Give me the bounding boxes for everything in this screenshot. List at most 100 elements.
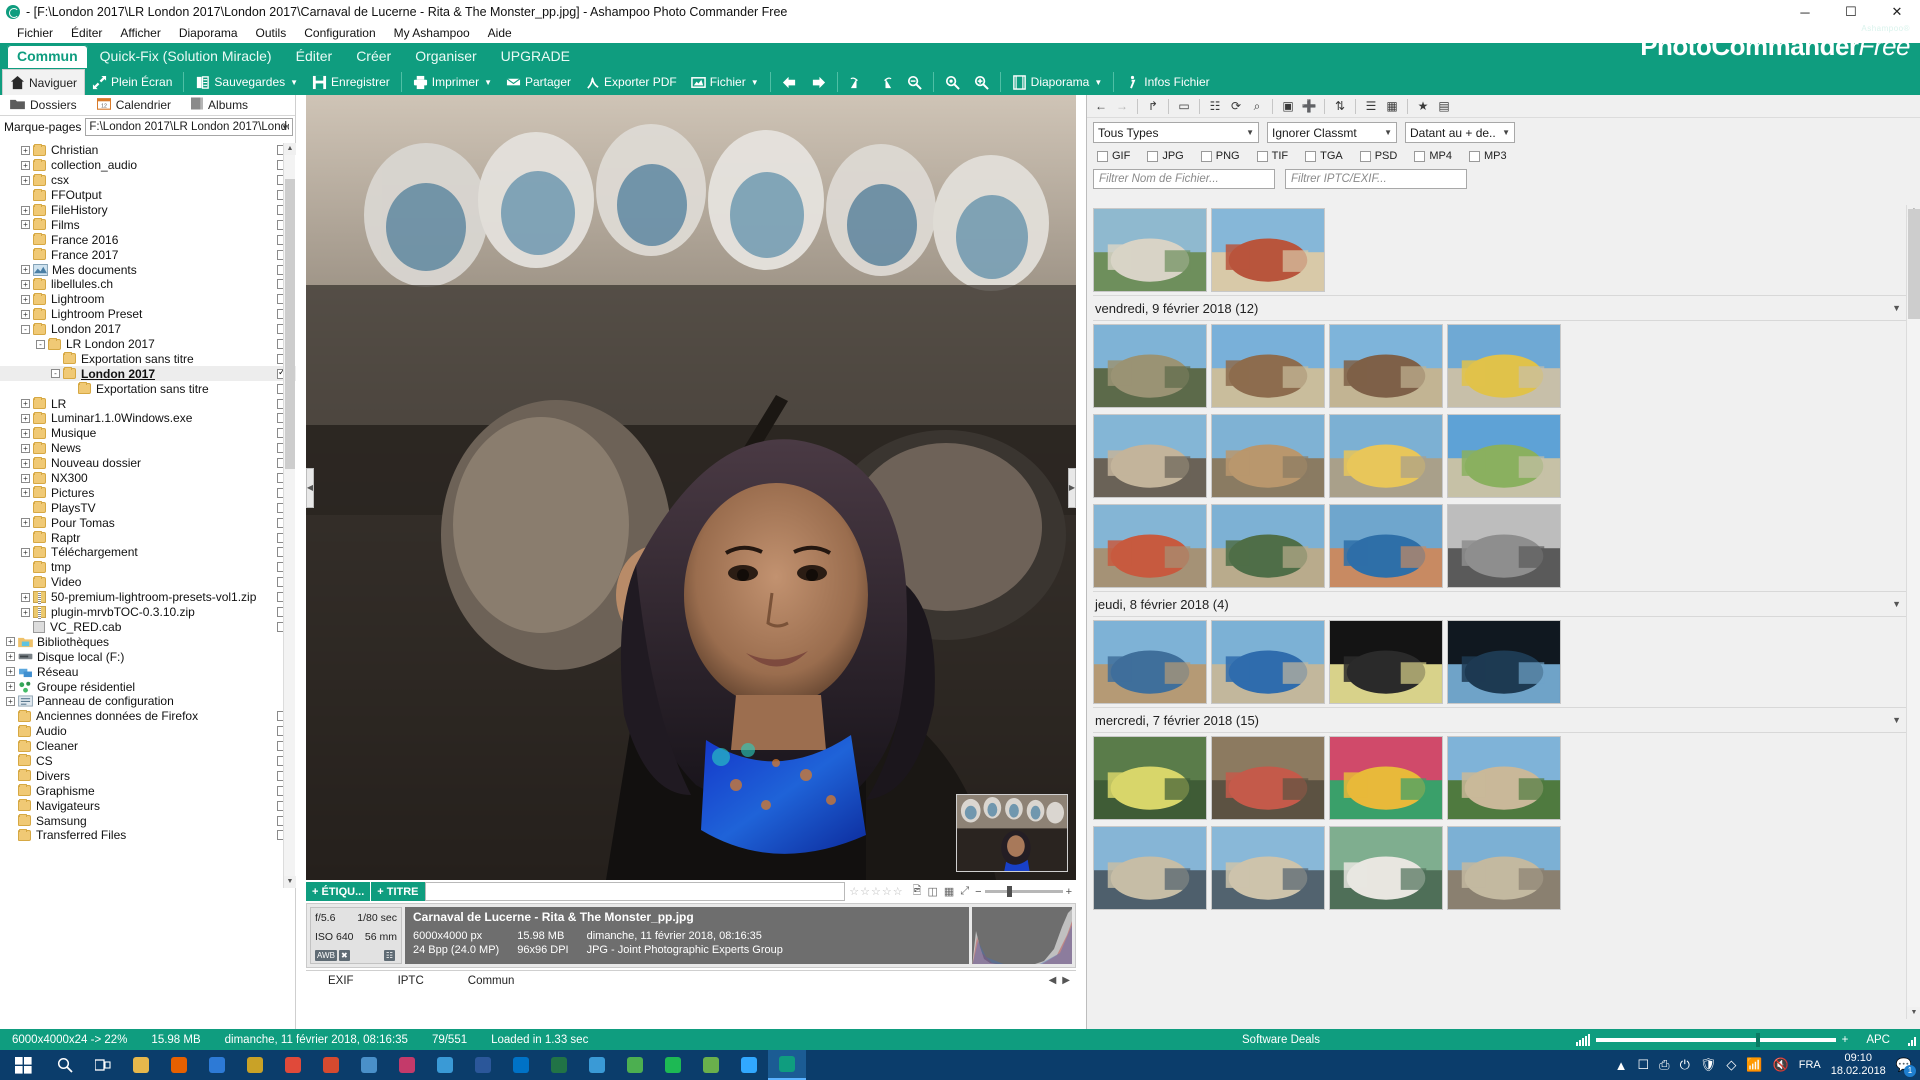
expand-icon[interactable]: + — [21, 473, 30, 483]
thumb-seagull[interactable] — [1329, 826, 1443, 910]
rating-star-1[interactable]: ☆ — [849, 885, 859, 898]
ribbon-tab-organiser[interactable]: Organiser — [403, 45, 488, 69]
tree-node[interactable]: Cleaner — [0, 739, 296, 754]
back-arrow-icon[interactable]: ← — [1092, 97, 1110, 115]
thumb-moai-two[interactable] — [1329, 324, 1443, 408]
toolbar-button-zoom-out[interactable] — [900, 70, 929, 94]
tree-node[interactable]: FFOutput — [0, 188, 296, 203]
wifi-icon[interactable]: 📶 — [1746, 1057, 1762, 1073]
toolbar-button-zoom-fit[interactable] — [938, 70, 967, 94]
status-plus-icon[interactable]: + — [1842, 1034, 1849, 1046]
thumb-plaza-palms[interactable] — [1447, 736, 1561, 820]
tree-node[interactable]: - London 2017 — [0, 322, 296, 337]
thumb-yellow-house[interactable] — [1329, 414, 1443, 498]
chevron-down-icon[interactable]: ▼ — [1892, 715, 1907, 725]
search-icon[interactable]: ⌕ — [1248, 97, 1266, 115]
maximize-button[interactable]: ☐ — [1828, 0, 1874, 24]
language-indicator[interactable]: FRA — [1799, 1059, 1821, 1071]
image-viewer[interactable]: ◀ ▶ — [306, 95, 1076, 880]
refresh-icon[interactable]: ⟳ — [1227, 97, 1245, 115]
toolbar-button-zoom-in[interactable] — [967, 70, 996, 94]
expand-icon[interactable]: + — [6, 637, 15, 647]
close-button[interactable]: ✕ — [1874, 0, 1920, 24]
taskbar-green-grid-icon[interactable] — [692, 1050, 730, 1080]
tree-node[interactable]: + Bibliothèques — [0, 634, 296, 649]
taskbar-folder-icon[interactable] — [122, 1050, 160, 1080]
navigator-thumbnail[interactable] — [956, 794, 1068, 872]
camera-import-icon[interactable]: ▣ — [1279, 97, 1297, 115]
zoom-plus-icon[interactable]: + — [1066, 886, 1072, 898]
left-tab-calendrier[interactable]: 12 Calendrier — [87, 95, 181, 116]
format-filter-tif[interactable]: TIF — [1256, 150, 1288, 162]
bluetooth-icon[interactable]: ⏻ — [1680, 1057, 1690, 1073]
expand-icon[interactable]: + — [6, 652, 15, 662]
caption-input[interactable] — [424, 882, 846, 901]
expand-icon[interactable]: + — [21, 205, 30, 215]
up-folder-icon[interactable]: ↱ — [1144, 97, 1162, 115]
taskbar-photoshop-icon[interactable] — [388, 1050, 426, 1080]
tree-node[interactable]: + Luminar1.1.0Windows.exe — [0, 411, 296, 426]
thumb-night-arch[interactable] — [1329, 620, 1443, 704]
tree-node[interactable]: tmp — [0, 560, 296, 575]
tree-node[interactable]: + Téléchargement — [0, 545, 296, 560]
tree-node[interactable]: + Lightroom Preset — [0, 307, 296, 322]
expand-icon[interactable]: + — [21, 265, 30, 275]
menu-item-configuration[interactable]: Configuration — [295, 24, 384, 43]
tree-node[interactable]: + Musique — [0, 426, 296, 441]
checkbox[interactable] — [1147, 150, 1159, 162]
tree-node[interactable]: +50-premium-lightroom-presets-vol1.zip — [0, 590, 296, 605]
folder-tree-scrollbar[interactable]: ▲ ▼ — [283, 143, 296, 888]
tree-node[interactable]: + Nouveau dossier — [0, 456, 296, 471]
tree-node[interactable]: Anciennes données de Firefox — [0, 709, 296, 724]
toolbar-button-diaporama[interactable]: Diaporama ▼ — [1005, 70, 1110, 94]
format-filter-mp4[interactable]: MP4 — [1414, 150, 1452, 162]
add-tag-button[interactable]: + ÉTIQU... — [306, 882, 371, 901]
taskbar-taskview-icon[interactable] — [84, 1050, 122, 1080]
tree-node[interactable]: + Christian — [0, 143, 296, 158]
tree-node[interactable]: Exportation sans titre — [0, 351, 296, 366]
tree-node[interactable]: + LR — [0, 396, 296, 411]
tree-node[interactable]: + Disque local (F:) — [0, 649, 296, 664]
checkbox[interactable] — [1359, 150, 1371, 162]
tree-node[interactable]: + collection_audio — [0, 158, 296, 173]
expand-icon[interactable]: + — [21, 547, 30, 557]
toolbar-button-fichier[interactable]: Fichier ▼ — [684, 70, 766, 94]
thumb-crowd-market[interactable] — [1211, 736, 1325, 820]
menu-item--diter[interactable]: Éditer — [62, 24, 111, 43]
tree-node[interactable]: VC_RED.cab — [0, 620, 296, 635]
tree-node[interactable]: Audio — [0, 724, 296, 739]
ribbon-tab-quick-fix-solution-miracle-[interactable]: Quick-Fix (Solution Miracle) — [88, 45, 284, 69]
list-view-icon[interactable]: ☰ — [1362, 97, 1380, 115]
tree-node[interactable]: Exportation sans titre — [0, 381, 296, 396]
expand-icon[interactable]: + — [21, 399, 30, 409]
format-filter-png[interactable]: PNG — [1200, 150, 1240, 162]
status-zoom-slider[interactable] — [1595, 1032, 1836, 1047]
taskbar-word-icon[interactable] — [464, 1050, 502, 1080]
thumb-town-river[interactable] — [1093, 208, 1207, 292]
tree-node[interactable]: France 2017 — [0, 247, 296, 262]
taskbar-outlook-icon[interactable] — [502, 1050, 540, 1080]
image-properties-icon[interactable]: 🖻 — [913, 882, 922, 901]
expand-icon[interactable]: + — [21, 160, 30, 170]
thumb-parrots[interactable] — [1093, 736, 1207, 820]
tree-node[interactable]: - London 2017 — [0, 366, 296, 382]
tree-node[interactable]: + libellules.ch — [0, 277, 296, 292]
format-filter-mp3[interactable]: MP3 — [1468, 150, 1507, 162]
new-folder-icon[interactable]: ➕ — [1300, 97, 1318, 115]
collapse-icon[interactable]: - — [36, 339, 45, 349]
forward-arrow-icon[interactable]: → — [1113, 97, 1131, 115]
expand-icon[interactable]: + — [21, 428, 30, 438]
expand-icon[interactable]: + — [21, 443, 30, 453]
thumbnail-group-header[interactable]: jeudi, 8 février 2018 (4) ▼ — [1093, 591, 1907, 617]
prev-icon[interactable]: ◀ — [1049, 975, 1057, 986]
thumb-yellow-van[interactable] — [1447, 324, 1561, 408]
add-title-button[interactable]: + TITRE — [371, 882, 425, 901]
expand-icon[interactable]: + — [6, 667, 15, 677]
resize-grip-icon[interactable] — [1908, 1034, 1916, 1046]
sort-icon[interactable]: ⇅ — [1331, 97, 1349, 115]
taskbar-green-app-icon[interactable] — [616, 1050, 654, 1080]
scrollbar-thumb[interactable] — [1908, 209, 1920, 319]
screen-icon[interactable]: ☐ — [1638, 1057, 1650, 1073]
rating-filter-combo[interactable]: Ignorer Classmt ▼ — [1267, 122, 1397, 143]
menu-item-diaporama[interactable]: Diaporama — [170, 24, 247, 43]
